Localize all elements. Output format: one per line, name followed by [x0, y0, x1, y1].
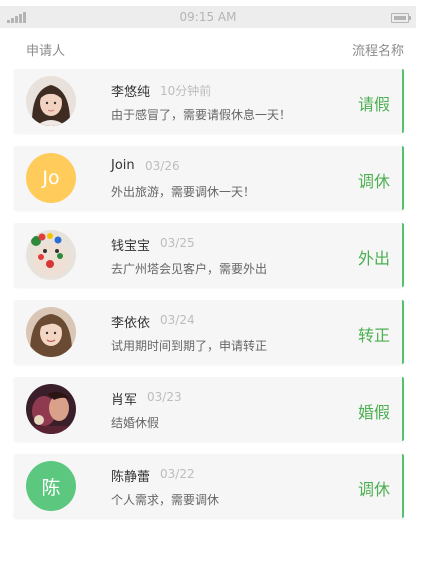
request-card[interactable]: 李依依 03/24 试用期时间到期了，申请转正 转正	[14, 300, 404, 364]
applicant-name: 陈静蕾	[111, 470, 151, 485]
request-list: 李悠纯 10分钟前由于感冒了，需要请假休息一天！ 请假 Jo Join 03/26 外出旅游…	[14, 69, 404, 531]
request-description: 由于感冒了，需要请假休息一天！	[111, 108, 292, 122]
request-card[interactable]: 肖军 03/23 结婚休假 婚假	[14, 377, 404, 441]
avatar	[26, 384, 76, 434]
request-time: 03/26	[145, 159, 180, 173]
status-bar: 09:15 AM	[0, 6, 416, 28]
request-description: 试用期时间到期了，申请转正	[111, 339, 268, 353]
applicant-column-header: 申请人	[26, 44, 66, 59]
avatar: Jo	[26, 153, 76, 203]
request-time: 10分钟前	[160, 84, 212, 98]
process-type: 调休	[357, 480, 390, 499]
request-time: 03/25	[160, 236, 195, 250]
request-time: 03/23	[147, 390, 182, 404]
process-type: 转正	[357, 326, 390, 345]
request-card[interactable]: 陈 陈静蕾 03/22 个人需求，需要调休 调休	[14, 454, 404, 518]
request-description: 去广州塔会见客户，需要外出	[111, 262, 268, 276]
avatar: 陈	[26, 461, 76, 511]
request-time: 03/22	[160, 467, 195, 481]
request-description: 外出旅游，需要调休一天！	[111, 185, 256, 199]
status-time: 09:15 AM	[179, 10, 237, 24]
applicant-name: 李悠纯	[111, 85, 151, 100]
request-time: 03/24	[160, 313, 195, 327]
process-type: 请假	[357, 95, 390, 114]
avatar	[26, 76, 76, 126]
request-description: 结婚休假	[111, 416, 160, 430]
applicant-name: Join	[111, 158, 135, 173]
applicant-name: 李依依	[111, 316, 151, 331]
request-card[interactable]: 钱宝宝 03/25 去广州塔会见客户，需要外出 外出	[14, 223, 404, 287]
process-column-header: 流程名称	[351, 44, 404, 59]
process-type: 婚假	[357, 403, 390, 422]
request-card[interactable]: Jo Join 03/26 外出旅游，需要调休一天！ 调休	[14, 146, 404, 210]
avatar	[26, 230, 76, 280]
avatar	[26, 307, 76, 357]
process-type: 调休	[357, 172, 390, 191]
battery-icon	[391, 13, 411, 23]
applicant-name: 肖军	[111, 393, 138, 408]
request-description: 个人需求，需要调休	[111, 493, 220, 507]
process-type: 外出	[357, 249, 390, 268]
applicant-name: 钱宝宝	[111, 239, 151, 254]
request-card[interactable]: 李悠纯 10分钟前由于感冒了，需要请假休息一天！ 请假	[14, 69, 404, 133]
